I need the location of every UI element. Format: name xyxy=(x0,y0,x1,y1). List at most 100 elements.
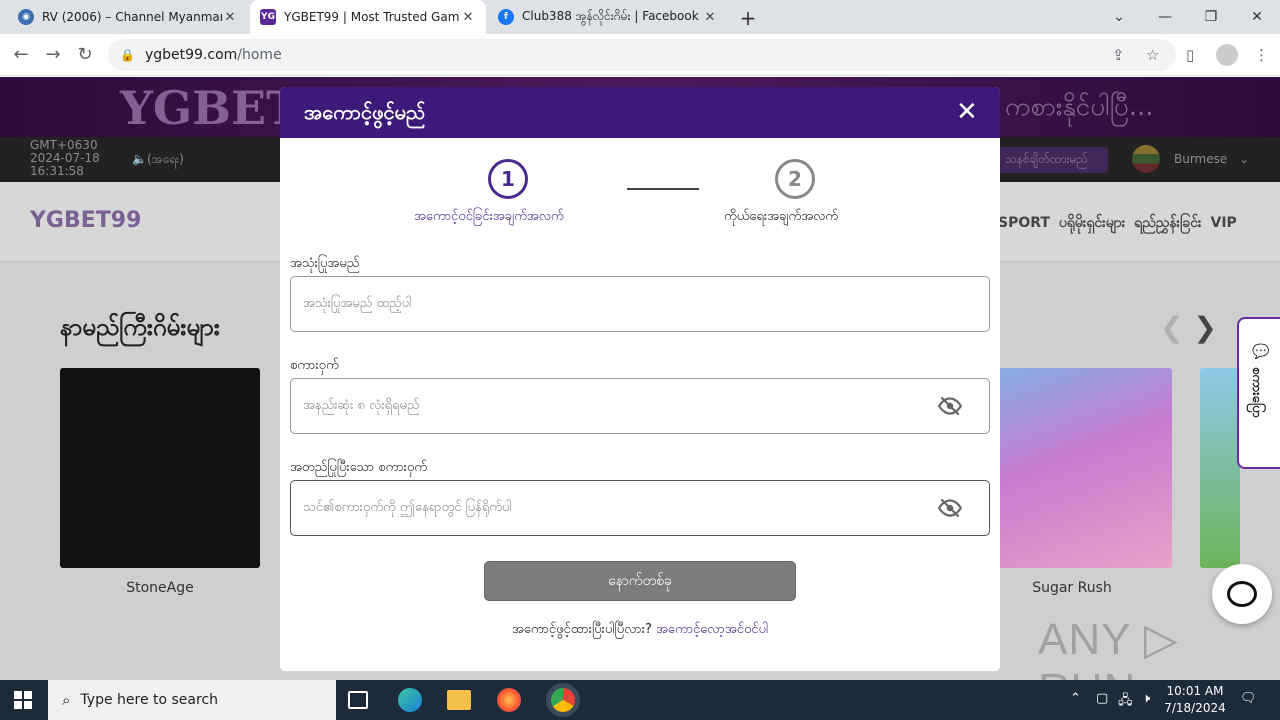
banner-promo-text: ကစားနိုင်ပါပြီ... xyxy=(1005,92,1154,122)
password-field[interactable]: အနည်းဆုံး ၈ လုံးရှိရမည် xyxy=(290,378,990,434)
login-prompt-text: အကောင့်ဖွင့်ထားပြီးပါပြီလား? xyxy=(511,622,652,637)
username-placeholder: အသုံးပြုအမည် ထည့်ပါ xyxy=(303,296,412,311)
system-clock[interactable]: 10:01 AM 7/18/2024 xyxy=(1160,683,1230,717)
chevron-down-icon: ⌄ xyxy=(1239,152,1250,166)
tab-search-dropdown-icon[interactable]: ⌄ xyxy=(1096,0,1142,34)
url-domain: ygbet99.com xyxy=(144,47,238,63)
windows-start-icon[interactable] xyxy=(14,691,32,709)
password-placeholder: အနည်းဆုံး ၈ လုံးရှိရမည် xyxy=(303,398,420,413)
login-link[interactable]: အကောင့်လော့အင်ဝင်ပါ xyxy=(656,622,768,637)
carousel-arrows: ❮ ❯ xyxy=(1160,311,1217,344)
notification-icon[interactable]: 🗨 xyxy=(1240,691,1257,706)
language-selector[interactable]: Burmese ⌄ xyxy=(1132,145,1249,173)
tray-chevron-icon[interactable]: ⌃ xyxy=(1070,691,1081,706)
firefox-icon[interactable] xyxy=(497,688,521,712)
address-toolbar: ← → ↻ 🔒 ygbet99.com/home ⇪ ☆ ▯ ⋮ xyxy=(0,34,1280,76)
chat-bubble-icon: 💬 xyxy=(1252,344,1270,360)
anyrun-watermark: ANY ▷ RUN xyxy=(1038,615,1179,680)
language-label: Burmese xyxy=(1174,152,1228,166)
chat-tab-label: စကားပြော xyxy=(1249,367,1264,418)
confirm-password-label: အတည်ပြုပြီးသော စကားဝှက် xyxy=(290,460,427,475)
login-prompt: အကောင့်ဖွင့်ထားပြီးပါပြီလား? အကောင့်လော့… xyxy=(280,621,1000,640)
next-arrow-icon[interactable]: ❯ xyxy=(1193,311,1216,344)
tab-close-icon[interactable]: ✕ xyxy=(460,10,476,25)
url-bar[interactable]: 🔒 ygbet99.com/home ⇪ ☆ xyxy=(108,39,1176,71)
chat-icon xyxy=(1227,581,1257,607)
taskbar-search[interactable]: ⌕ Type here to search xyxy=(48,680,336,720)
bookmark-star-icon[interactable]: ☆ xyxy=(1146,46,1159,64)
new-tab-button[interactable]: + xyxy=(736,6,760,30)
game-card-label: Sugar Rush xyxy=(1032,580,1112,596)
minimize-button[interactable]: — xyxy=(1142,0,1188,34)
task-view-icon[interactable] xyxy=(348,691,368,709)
register-header-button[interactable]: သနစ်ချိတ်ထားမည် xyxy=(985,147,1108,173)
side-panel-icon[interactable]: ▯ xyxy=(1186,46,1194,64)
section-title: နာမည်ကြီးဂိမ်းများ xyxy=(60,313,220,341)
forward-icon[interactable]: → xyxy=(42,44,64,65)
tab-channel-myanmar[interactable]: ◉ RV (2006) – Channel Myanmar ✕ xyxy=(8,0,248,34)
step-2-circle: 2 xyxy=(775,159,815,199)
modal-header: အကောင့်ဖွင့်မည် ✕ xyxy=(280,87,1000,138)
eye-off-icon[interactable] xyxy=(937,393,963,419)
lock-icon[interactable]: 🔒 xyxy=(120,48,135,62)
prev-arrow-icon[interactable]: ❮ xyxy=(1160,311,1183,344)
myanmar-flag-icon xyxy=(1132,145,1160,173)
globe-icon: ◉ xyxy=(18,9,34,25)
tray-device-icon[interactable]: ▢ xyxy=(1096,691,1108,706)
modal-title: အကောင့်ဖွင့်မည် xyxy=(304,100,426,124)
password-label: စကားဝှက် xyxy=(290,358,339,373)
close-icon[interactable]: ✕ xyxy=(956,97,978,127)
sound-label: (အရေး) xyxy=(146,152,184,166)
site-logo[interactable]: YGBET99 xyxy=(30,208,141,233)
restore-button[interactable]: ❐ xyxy=(1188,0,1234,34)
step-1-label: အကောင့်ဝင်ခြင်းအချက်အလက် xyxy=(414,209,564,224)
game-card-stoneage[interactable] xyxy=(60,368,260,568)
ygbet-favicon-icon: YG xyxy=(260,9,276,25)
reload-icon[interactable]: ↻ xyxy=(74,44,96,65)
confirm-password-placeholder: သင်၏စကားဝှက်ကို ဤနေရာတွင် ပြန်ရိုက်ပါ xyxy=(303,500,512,515)
search-icon: ⌕ xyxy=(62,691,71,709)
username-field[interactable]: အသုံးပြုအမည် ထည့်ပါ xyxy=(290,276,990,332)
profile-avatar-icon[interactable] xyxy=(1216,44,1238,66)
step-2-label: ကိုယ်ရေးအချက်အလက် xyxy=(724,209,839,224)
chrome-icon[interactable] xyxy=(546,683,580,717)
tab-close-icon[interactable]: ✕ xyxy=(222,10,238,25)
facebook-icon: f xyxy=(498,9,514,25)
share-icon[interactable]: ⇪ xyxy=(1112,46,1125,64)
tab-title: RV (2006) – Channel Myanmar xyxy=(42,10,222,24)
sound-toggle[interactable]: 🔈(အရေး) xyxy=(132,151,184,169)
volume-icon[interactable]: 🕨 xyxy=(1142,691,1150,706)
tab-title: Club388 အွန်လိုင်းဂိမ်း | Facebook xyxy=(522,9,699,23)
file-explorer-icon[interactable] xyxy=(447,690,471,710)
chat-side-tab[interactable]: 💬 စကားပြော xyxy=(1237,317,1280,469)
network-icon[interactable]: 🖧 xyxy=(1118,691,1133,713)
close-window-button[interactable]: ✕ xyxy=(1234,0,1280,34)
taskbar-search-placeholder: Type here to search xyxy=(80,692,219,708)
game-card-label: StoneAge xyxy=(126,580,194,596)
speaker-icon: 🔈 xyxy=(132,152,147,166)
step-connector xyxy=(627,188,699,190)
tab-title: YGBET99 | Most Trusted Gamblin xyxy=(284,10,460,24)
back-icon[interactable]: ← xyxy=(10,44,32,65)
datetime-display: GMT+0630 2024-07-18 16:31:58 xyxy=(30,139,100,178)
more-menu-icon[interactable]: ⋮ xyxy=(1254,46,1269,64)
game-card-sugar-rush[interactable] xyxy=(972,368,1172,568)
clock-time: 10:01 AM xyxy=(1166,684,1224,698)
site-time: 16:31:58 xyxy=(30,164,84,178)
nav-links[interactable]: SPORT ပရိုမိုးရှင်းများ ရည်ညွှန်းခြင်း V… xyxy=(998,213,1237,234)
tab-club388-facebook[interactable]: f Club388 အွန်လိုင်းဂိမ်း | Facebook ✕ xyxy=(488,0,728,34)
browser-tab-bar: ◉ RV (2006) – Channel Myanmar ✕ YG YGBET… xyxy=(0,0,1280,34)
eye-off-icon[interactable] xyxy=(937,495,963,521)
confirm-password-field[interactable]: သင်၏စကားဝှက်ကို ဤနေရာတွင် ပြန်ရိုက်ပါ xyxy=(290,480,990,536)
tab-close-icon[interactable]: ✕ xyxy=(702,10,718,25)
tab-ygbet99[interactable]: YG YGBET99 | Most Trusted Gamblin ✕ xyxy=(250,0,486,34)
game-card-partial[interactable] xyxy=(1200,368,1240,568)
step-1-circle: 1 xyxy=(488,159,528,199)
windows-taskbar: ⌕ Type here to search ⌃ ▢ 🖧 🕨 10:01 AM 7… xyxy=(0,680,1280,720)
clock-date: 7/18/2024 xyxy=(1164,701,1226,715)
register-modal: အကောင့်ဖွင့်မည် ✕ 1 အကောင့်ဝင်ခြင်းအချက်… xyxy=(280,87,1000,671)
next-button[interactable]: နောက်တစ်ခု xyxy=(484,561,796,601)
username-label: အသုံးပြုအမည် xyxy=(290,256,360,271)
edge-icon[interactable] xyxy=(398,688,422,712)
url-path: /home xyxy=(237,47,282,63)
